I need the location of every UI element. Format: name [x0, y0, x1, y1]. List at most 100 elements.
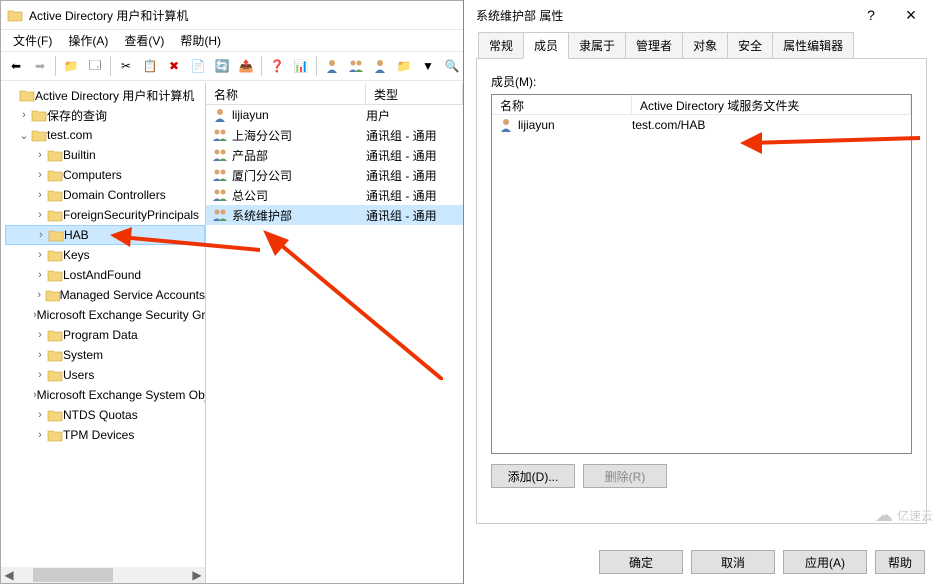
list-row[interactable]: 上海分公司通讯组 - 通用	[206, 125, 463, 145]
tree-pane[interactable]: Active Directory 用户和计算机›保存的查询⌄test.com›B…	[1, 83, 206, 583]
list-pane[interactable]: 名称 类型 lijiayun用户上海分公司通讯组 - 通用产品部通讯组 - 通用…	[206, 83, 464, 583]
tree-node[interactable]: ›System	[5, 345, 205, 365]
list-row[interactable]: 系统维护部通讯组 - 通用	[206, 205, 463, 225]
tab-4[interactable]: 对象	[682, 32, 728, 58]
folder-icon	[47, 428, 63, 442]
filter2-button[interactable]: ▼	[417, 55, 439, 77]
toolbar: ⬅ ➡ 📁 🗔 ✂ 📋 ✖ 📄 🔄 📤 ❓ 📊 📁 ▼ 🔍	[1, 51, 464, 81]
copy-button[interactable]: 📋	[139, 55, 161, 77]
members-listbox[interactable]: 名称 Active Directory 域服务文件夹 lijiayuntest.…	[491, 94, 912, 454]
folder-icon	[47, 268, 63, 282]
tree-node[interactable]: ›Microsoft Exchange System Objects	[5, 385, 205, 405]
folder-icon	[47, 248, 63, 262]
main-window-title: Active Directory 用户和计算机	[29, 7, 188, 24]
tab-3[interactable]: 管理者	[625, 32, 683, 58]
tree-node[interactable]: ›Microsoft Exchange Security Groups	[5, 305, 205, 325]
find-user-button[interactable]	[321, 55, 343, 77]
tab-1[interactable]: 成员	[523, 32, 569, 59]
user-icon	[212, 107, 228, 123]
user-icon	[498, 117, 514, 133]
tree-node[interactable]: ›Keys	[5, 245, 205, 265]
tree-node[interactable]: ›Users	[5, 365, 205, 385]
horizontal-scrollbar[interactable]: ◀ ▶	[1, 567, 205, 583]
tree-node[interactable]: ›Program Data	[5, 325, 205, 345]
column-name[interactable]: 名称	[206, 83, 366, 104]
dialog-help-footer-button[interactable]: 帮助	[875, 550, 925, 574]
folder-icon	[31, 128, 47, 142]
group-icon	[212, 127, 228, 143]
cut-button[interactable]: ✂	[115, 55, 137, 77]
group-icon	[212, 147, 228, 163]
help-button[interactable]: ❓	[266, 55, 288, 77]
app-icon	[7, 8, 23, 22]
tree-node[interactable]: ›Domain Controllers	[5, 185, 205, 205]
menu-bar: 文件(F) 操作(A) 查看(V) 帮助(H)	[1, 29, 464, 51]
dialog-close-button[interactable]: ×	[891, 3, 931, 27]
show-hide-tree-button[interactable]: 🗔	[84, 55, 106, 77]
list-row[interactable]: 厦门分公司通讯组 - 通用	[206, 165, 463, 185]
folder-icon	[19, 88, 35, 102]
apply-button[interactable]: 应用(A)	[783, 550, 867, 574]
tree-node[interactable]: ›LostAndFound	[5, 265, 205, 285]
refresh-button[interactable]: 🔄	[211, 55, 233, 77]
tree-node[interactable]: ›Builtin	[5, 145, 205, 165]
member-column-name[interactable]: 名称	[492, 95, 632, 114]
tab-5[interactable]: 安全	[727, 32, 773, 58]
tab-6[interactable]: 属性编辑器	[772, 32, 854, 58]
list-row[interactable]: 总公司通讯组 - 通用	[206, 185, 463, 205]
add-member-button[interactable]	[369, 55, 391, 77]
tree-node[interactable]: ›Managed Service Accounts	[5, 285, 205, 305]
folder-icon	[47, 348, 63, 362]
watermark: ☁ 亿速云	[875, 505, 933, 526]
folder-icon	[48, 228, 64, 242]
list-row[interactable]: 产品部通讯组 - 通用	[206, 145, 463, 165]
menu-action[interactable]: 操作(A)	[68, 32, 108, 49]
tree-root[interactable]: Active Directory 用户和计算机	[5, 85, 205, 105]
tree-saved-queries[interactable]: ›保存的查询	[5, 105, 205, 125]
list-row[interactable]: lijiayun用户	[206, 105, 463, 125]
tab-strip: 常规成员隶属于管理者对象安全属性编辑器	[464, 30, 939, 58]
new-group-button[interactable]	[345, 55, 367, 77]
ok-button[interactable]: 确定	[599, 550, 683, 574]
folder-icon	[47, 368, 63, 382]
members-label: 成员(M):	[491, 73, 912, 90]
group-icon	[212, 187, 228, 203]
delete-button[interactable]: ✖	[163, 55, 185, 77]
search-button[interactable]: 🔍	[441, 55, 463, 77]
filter-button[interactable]: 📊	[290, 55, 312, 77]
member-column-folder[interactable]: Active Directory 域服务文件夹	[632, 95, 911, 114]
forward-button[interactable]: ➡	[29, 55, 51, 77]
cancel-button[interactable]: 取消	[691, 550, 775, 574]
tree-node[interactable]: ›TPM Devices	[5, 425, 205, 445]
tab-0[interactable]: 常规	[478, 32, 524, 58]
tree-node[interactable]: ›HAB	[5, 225, 205, 245]
folder-icon	[45, 288, 59, 302]
tab-2[interactable]: 隶属于	[568, 32, 626, 58]
menu-view[interactable]: 查看(V)	[124, 32, 164, 49]
tree-node[interactable]: ›ForeignSecurityPrincipals	[5, 205, 205, 225]
tree-node[interactable]: ›Computers	[5, 165, 205, 185]
dialog-title: 系统维护部 属性	[472, 7, 851, 24]
remove-button[interactable]: 删除(R)	[583, 464, 667, 488]
tree-node[interactable]: ›NTDS Quotas	[5, 405, 205, 425]
column-type[interactable]: 类型	[366, 83, 463, 104]
back-button[interactable]: ⬅	[5, 55, 27, 77]
tree-domain[interactable]: ⌄test.com	[5, 125, 205, 145]
group-icon	[212, 207, 228, 223]
scrollbar-thumb[interactable]	[33, 568, 113, 582]
dialog-help-button[interactable]: ?	[851, 3, 891, 27]
member-row[interactable]: lijiayuntest.com/HAB	[492, 115, 911, 135]
new-ou-button[interactable]: 📁	[393, 55, 415, 77]
main-window-titlebar: Active Directory 用户和计算机	[1, 1, 464, 29]
folder-icon	[47, 408, 63, 422]
folder-icon	[47, 188, 63, 202]
properties-button[interactable]: 📄	[187, 55, 209, 77]
export-button[interactable]: 📤	[235, 55, 257, 77]
menu-file[interactable]: 文件(F)	[13, 32, 52, 49]
properties-dialog: 系统维护部 属性 ? × 常规成员隶属于管理者对象安全属性编辑器 成员(M): …	[463, 0, 939, 584]
folder-icon	[47, 208, 63, 222]
add-button[interactable]: 添加(D)...	[491, 464, 575, 488]
folder-icon	[47, 328, 63, 342]
menu-help[interactable]: 帮助(H)	[180, 32, 221, 49]
up-button[interactable]: 📁	[60, 55, 82, 77]
